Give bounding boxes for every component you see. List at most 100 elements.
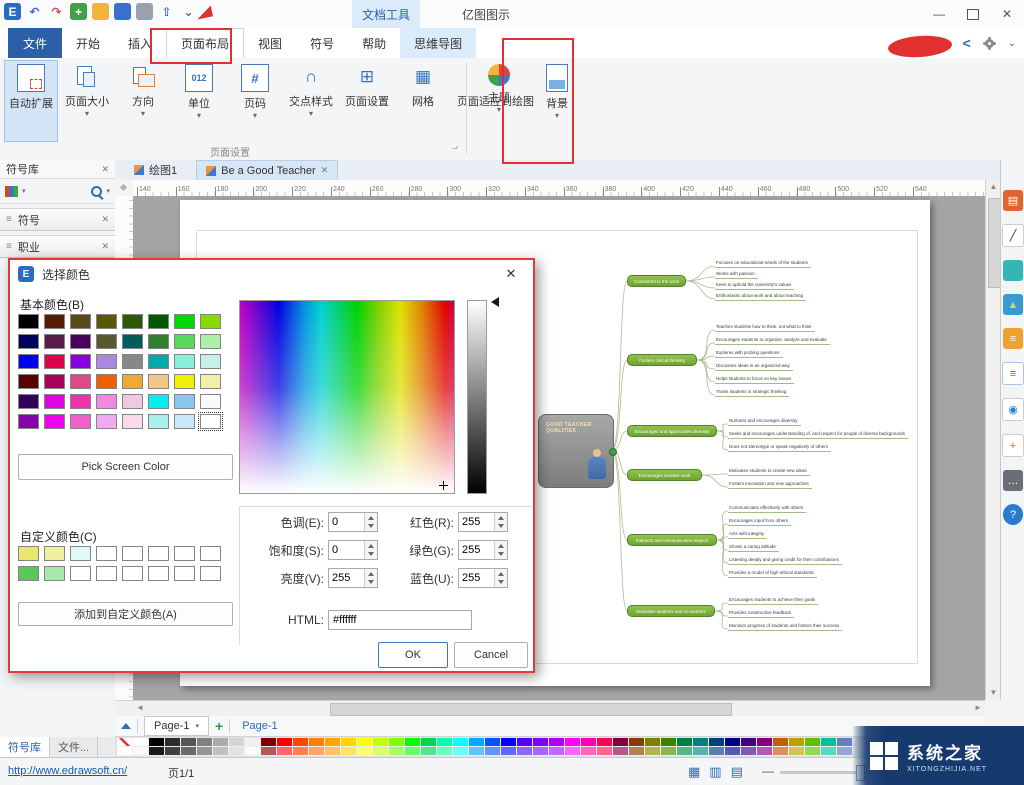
redo-icon[interactable]: ↷ bbox=[48, 3, 65, 20]
custom-color-swatch[interactable] bbox=[122, 566, 143, 581]
palette-swatch[interactable] bbox=[725, 738, 741, 747]
close-section-icon[interactable]: ✕ bbox=[101, 241, 109, 252]
search-icon[interactable] bbox=[91, 186, 102, 197]
palette-swatch[interactable] bbox=[613, 747, 629, 756]
palette-swatch[interactable] bbox=[229, 747, 245, 756]
palette-swatch[interactable] bbox=[213, 738, 229, 747]
custom-color-swatch[interactable] bbox=[96, 546, 117, 561]
palette-swatch[interactable] bbox=[245, 747, 261, 756]
new-document-icon[interactable]: + bbox=[70, 3, 87, 20]
palette-swatch[interactable] bbox=[597, 738, 613, 747]
palette-swatch[interactable] bbox=[229, 738, 245, 747]
custom-color-swatch[interactable] bbox=[148, 566, 169, 581]
palette-swatch[interactable] bbox=[549, 747, 565, 756]
open-folder-icon[interactable] bbox=[92, 3, 109, 20]
spinner-arrows-icon[interactable] bbox=[364, 569, 377, 587]
palette-swatch[interactable] bbox=[213, 747, 229, 756]
palette-swatch[interactable] bbox=[325, 747, 341, 756]
palette-swatch[interactable] bbox=[709, 738, 725, 747]
palette-swatch[interactable] bbox=[821, 738, 837, 747]
basic-color-swatch[interactable] bbox=[18, 374, 39, 389]
palette-swatch[interactable] bbox=[421, 738, 437, 747]
close-section-icon[interactable]: ✕ bbox=[101, 214, 109, 225]
basic-color-swatch[interactable] bbox=[70, 314, 91, 329]
save-icon[interactable] bbox=[114, 3, 131, 20]
document-tools-context-tab[interactable]: 文档工具 bbox=[352, 0, 420, 28]
custom-color-swatch[interactable] bbox=[174, 566, 195, 581]
ribbon-button-page-number[interactable]: #页码▾ bbox=[228, 60, 282, 142]
library-dropdown-icon[interactable]: ▾ bbox=[22, 187, 26, 195]
palette-swatch[interactable] bbox=[693, 747, 709, 756]
mindmap-subtopic[interactable]: Works with passion bbox=[715, 271, 758, 279]
mindmap-subtopic[interactable]: Keen to uphold the university's values bbox=[715, 282, 794, 290]
ribbon-button-auto-expand[interactable]: 自动扩展 bbox=[4, 60, 58, 142]
mindmap-subtopic[interactable]: Does not stereotype or speak negatively … bbox=[728, 444, 831, 452]
mindmap-main-topic[interactable]: Encourages creative work bbox=[627, 469, 702, 481]
palette-swatch[interactable] bbox=[501, 738, 517, 747]
page-view-icon[interactable]: ▤ bbox=[731, 764, 743, 780]
mindmap-subtopic[interactable]: Teaches students how to think, not what … bbox=[715, 324, 815, 332]
palette-swatch[interactable] bbox=[821, 747, 837, 756]
basic-color-swatch[interactable] bbox=[18, 354, 39, 369]
maximize-button[interactable] bbox=[956, 0, 990, 28]
basic-color-swatch[interactable] bbox=[200, 394, 221, 409]
ribbon-tab-4[interactable]: 符号 bbox=[296, 28, 348, 58]
outline-panel-icon[interactable]: ≡ bbox=[1002, 362, 1024, 385]
add-to-custom-colors-button[interactable]: 添加到自定义颜色(A) bbox=[18, 602, 233, 626]
basic-color-swatch[interactable] bbox=[96, 394, 117, 409]
palette-swatch[interactable] bbox=[277, 747, 293, 756]
saturation-spinbox[interactable] bbox=[328, 540, 378, 560]
file-panel-icon[interactable]: ≡ bbox=[1003, 328, 1023, 349]
palette-swatch[interactable] bbox=[309, 738, 325, 747]
palette-swatch[interactable] bbox=[485, 738, 501, 747]
ribbon-button-page-size[interactable]: 页面大小▾ bbox=[60, 60, 114, 142]
palette-swatch[interactable] bbox=[773, 747, 789, 756]
mindmap-subtopic[interactable]: Discusses ideas in an organized way bbox=[715, 363, 793, 371]
mindmap-main-topic[interactable]: Committed to the work bbox=[627, 275, 686, 287]
close-tab-icon[interactable]: ✕ bbox=[321, 165, 329, 176]
mindmap-subtopic[interactable]: Listening deeply and giving credit for t… bbox=[728, 557, 842, 565]
mindmap-subtopic[interactable]: Focuses on educational needs of the stud… bbox=[715, 260, 811, 268]
mindmap-subtopic[interactable]: Seeks and encourages understanding of, a… bbox=[728, 431, 908, 439]
page-tab-dropdown-icon[interactable]: ▾ bbox=[195, 722, 199, 730]
palette-swatch[interactable] bbox=[789, 738, 805, 747]
palette-swatch[interactable] bbox=[357, 747, 373, 756]
palette-swatch[interactable] bbox=[181, 747, 197, 756]
palette-swatch[interactable] bbox=[341, 738, 357, 747]
palette-swatch[interactable] bbox=[693, 738, 709, 747]
mindmap-subtopic[interactable]: Fosters innovation and new approaches bbox=[728, 481, 812, 489]
html-color-input[interactable] bbox=[328, 610, 472, 630]
palette-swatch[interactable] bbox=[629, 747, 645, 756]
custom-color-swatch[interactable] bbox=[18, 566, 39, 581]
mindmap-subtopic[interactable]: Trains students in strategic thinking bbox=[715, 389, 789, 397]
palette-swatch[interactable] bbox=[517, 747, 533, 756]
section-occupation[interactable]: ≡ 职业 ✕ bbox=[0, 235, 115, 258]
value-slider[interactable] bbox=[467, 300, 487, 494]
mindmap-subtopic[interactable]: Provides a model of high ethical standar… bbox=[728, 570, 817, 578]
tab-file[interactable]: 文件 bbox=[8, 28, 62, 58]
format-painter-icon[interactable]: ╱ bbox=[1002, 224, 1024, 247]
doc-tab-be-a-good-teacher[interactable]: Be a Good Teacher ✕ bbox=[196, 160, 338, 180]
spinner-arrows-icon[interactable] bbox=[494, 541, 507, 559]
scroll-right-icon[interactable]: ► bbox=[971, 701, 985, 715]
palette-swatch[interactable] bbox=[149, 738, 165, 747]
palette-swatch[interactable] bbox=[469, 738, 485, 747]
basic-color-swatch[interactable] bbox=[44, 314, 65, 329]
search-dropdown-icon[interactable]: ▾ bbox=[106, 187, 110, 195]
palette-swatch[interactable] bbox=[133, 747, 149, 756]
palette-swatch[interactable] bbox=[805, 747, 821, 756]
basic-color-swatch[interactable] bbox=[70, 334, 91, 349]
ribbon-button-orientation[interactable]: 方向▾ bbox=[116, 60, 170, 142]
palette-swatch[interactable] bbox=[581, 747, 597, 756]
basic-color-swatch[interactable] bbox=[148, 374, 169, 389]
palette-swatch[interactable] bbox=[517, 738, 533, 747]
palette-swatch[interactable] bbox=[725, 747, 741, 756]
basic-color-swatch[interactable] bbox=[18, 334, 39, 349]
saturation-input[interactable] bbox=[329, 541, 364, 559]
palette-swatch[interactable] bbox=[261, 738, 277, 747]
custom-color-swatch[interactable] bbox=[122, 546, 143, 561]
horizontal-scrollbar[interactable]: ◄ ► bbox=[133, 700, 985, 717]
basic-color-swatch[interactable] bbox=[174, 394, 195, 409]
ribbon-tab-5[interactable]: 帮助 bbox=[348, 28, 400, 58]
basic-color-swatch[interactable] bbox=[44, 354, 65, 369]
